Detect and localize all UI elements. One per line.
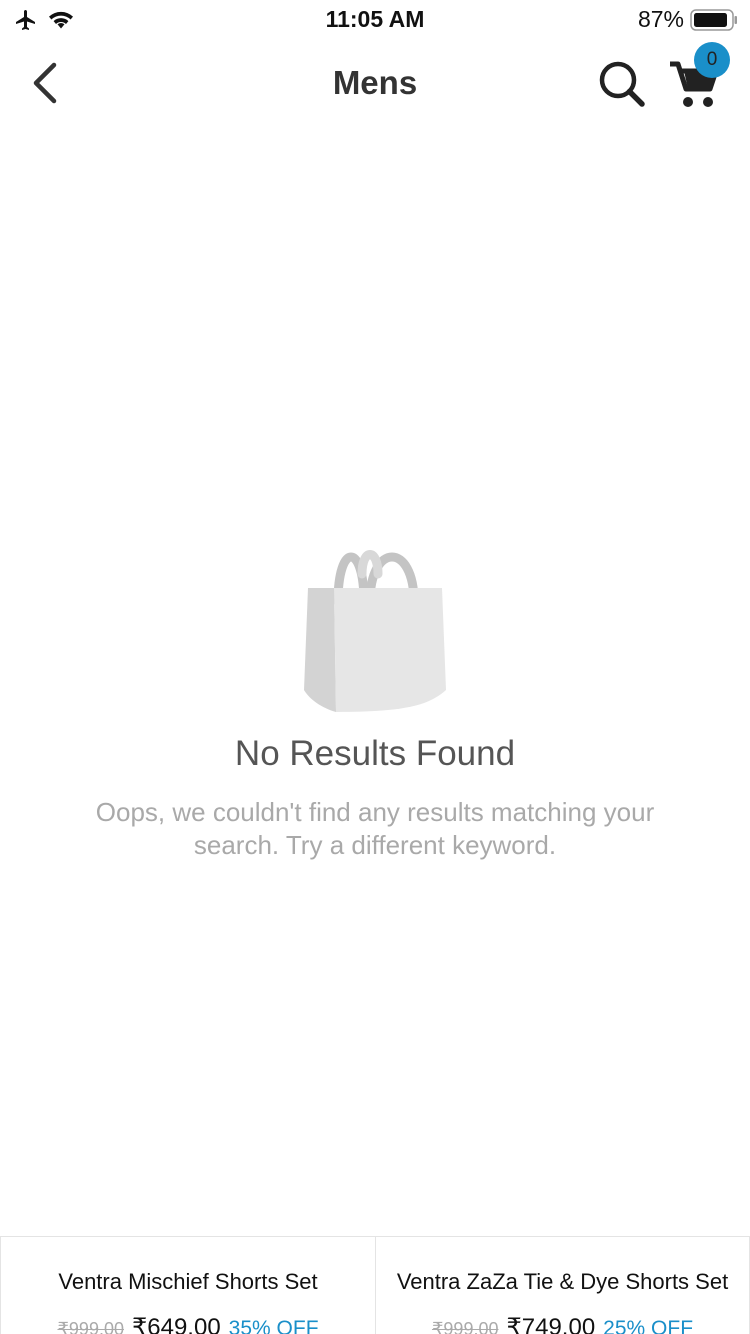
product-price: ₹649.00 [131,1314,221,1334]
battery-percentage: 87% [637,6,684,32]
shopping-bag-icon [304,550,446,712]
status-bar: 11:05 AM 87% [0,0,750,40]
product-card[interactable]: Ventra ZaZa Tie & Dye Shorts Set ₹999.00… [375,1236,750,1334]
product-discount: 25% OFF [603,1317,694,1334]
back-button[interactable] [22,56,68,110]
search-button[interactable] [596,58,648,110]
product-original-price: ₹999.00 [431,1319,499,1334]
product-discount: 35% OFF [228,1317,319,1334]
no-results-message: Oops, we couldn't find any results match… [95,797,655,860]
product-price: ₹749.00 [506,1314,596,1334]
product-original-price: ₹999.00 [57,1319,124,1334]
back-arrow-icon [33,62,57,104]
product-strip: Ventra Mischief Shorts Set ₹999.00 ₹649.0… [0,1236,750,1334]
search-icon [599,61,645,107]
product-name: Ventra Mischief Shorts Set [58,1269,318,1294]
cart-count-badge: 0 [694,42,730,78]
product-prices: ₹999.00 ₹749.00 25% OFF [376,1313,749,1334]
battery-icon [690,9,737,31]
no-results-heading: No Results Found [234,734,516,773]
product-name: Ventra ZaZa Tie & Dye Shorts Set [396,1269,729,1294]
product-prices: ₹999.00 ₹649.00 35% OFF [1,1313,375,1334]
nav-bar: Mens 0 [0,40,750,130]
product-card[interactable]: Ventra Mischief Shorts Set ₹999.00 ₹649.0… [0,1236,375,1334]
